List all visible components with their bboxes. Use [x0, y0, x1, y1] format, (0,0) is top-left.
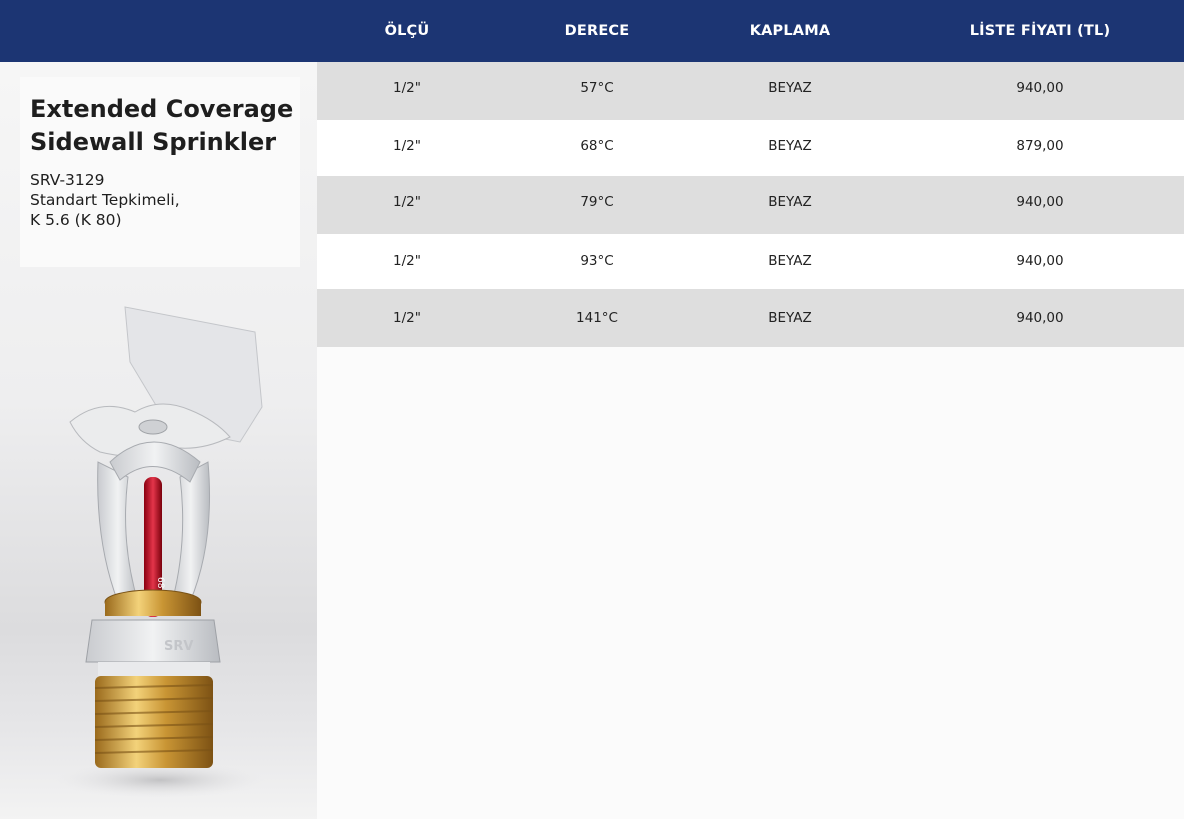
header-size: ÖLÇÜ [384, 23, 430, 39]
cell-coating: BEYAZ [768, 310, 812, 326]
table-row: 1/2" 93°C BEYAZ 940,00 [317, 234, 1184, 289]
cell-size: 1/2" [393, 310, 421, 326]
cell-degree: 93°C [580, 253, 614, 269]
cell-size: 1/2" [393, 138, 421, 154]
price-table: 1/2" 57°C BEYAZ 940,00 1/2" 68°C BEYAZ 8… [317, 62, 1184, 819]
product-info-box: Extended Coverage Sidewall Sprinkler SRV… [20, 77, 300, 267]
cell-coating: BEYAZ [768, 253, 812, 269]
product-response: Standart Tepkimeli, [30, 191, 180, 209]
cell-coating: BEYAZ [768, 80, 812, 96]
header-coating: KAPLAMA [749, 23, 831, 39]
table-row: 1/2" 57°C BEYAZ 940,00 [317, 62, 1184, 120]
table-row: 1/2" 68°C BEYAZ 879,00 [317, 120, 1184, 176]
sidewall-sprinkler-image: 68 SS SRV [55, 306, 265, 798]
header-list-price: LİSTE FİYATI (TL) [969, 23, 1111, 39]
cell-size: 1/2" [393, 194, 421, 210]
header-degree: DERECE [564, 23, 630, 39]
product-code: SRV-3129 [30, 171, 105, 189]
table-row: 1/2" 141°C BEYAZ 940,00 [317, 289, 1184, 347]
cell-size: 1/2" [393, 253, 421, 269]
cell-price: 940,00 [1016, 310, 1064, 326]
product-panel: Extended Coverage Sidewall Sprinkler SRV… [0, 62, 317, 819]
cell-price: 940,00 [1016, 80, 1064, 96]
product-title: Extended Coverage Sidewall Sprinkler [30, 95, 294, 156]
cell-price: 940,00 [1016, 194, 1064, 210]
cell-degree: 79°C [580, 194, 614, 210]
cell-price: 940,00 [1016, 253, 1064, 269]
cell-size: 1/2" [393, 80, 421, 96]
table-header: ÖLÇÜ DERECE KAPLAMA LİSTE FİYATI (TL) [0, 0, 1184, 62]
cell-coating: BEYAZ [768, 138, 812, 154]
product-k-factor: K 5.6 (K 80) [30, 211, 122, 229]
cell-coating: BEYAZ [768, 194, 812, 210]
cell-degree: 68°C [580, 138, 614, 154]
cell-price: 879,00 [1016, 138, 1064, 154]
cell-degree: 141°C [576, 310, 618, 326]
body-mark: SRV [164, 639, 193, 654]
table-row: 1/2" 79°C BEYAZ 940,00 [317, 176, 1184, 234]
cell-degree: 57°C [580, 80, 614, 96]
